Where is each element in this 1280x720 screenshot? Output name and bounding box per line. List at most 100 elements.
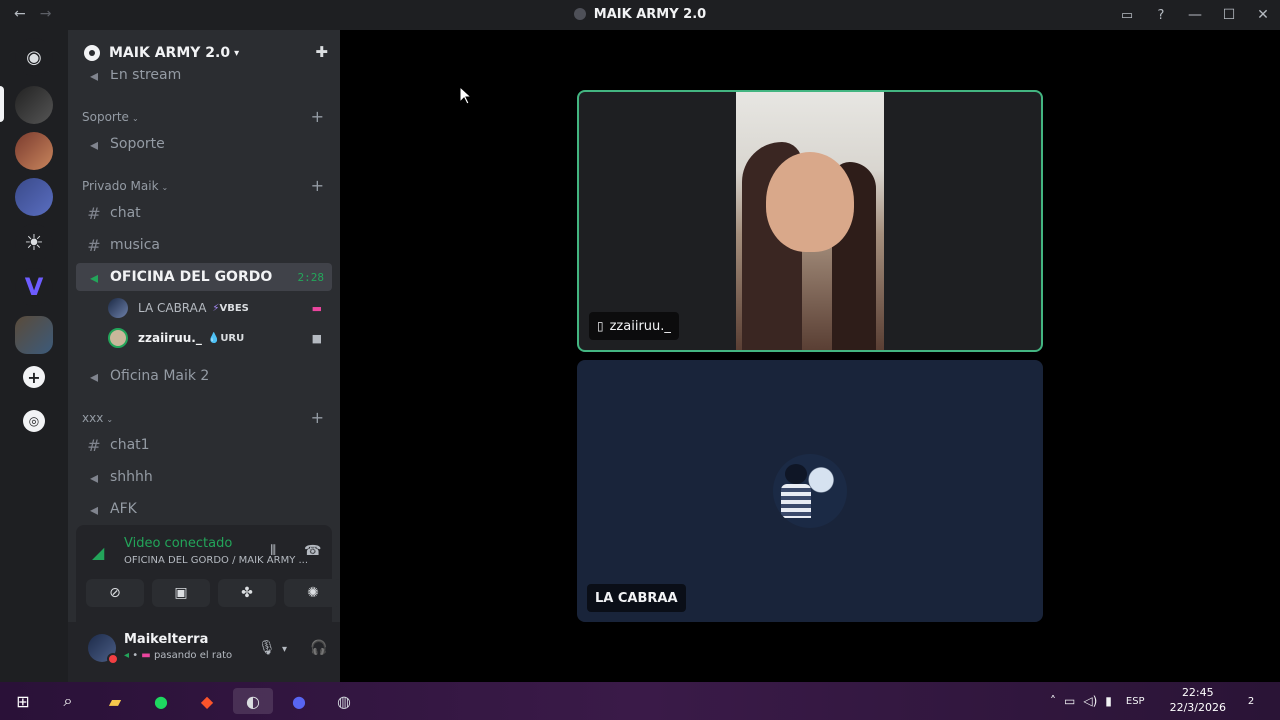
voice-icon: ◂ [124, 650, 130, 661]
microphone-icon[interactable]: 🎙 [258, 640, 276, 656]
network-icon[interactable]: ▭ [1064, 694, 1075, 708]
soundboard-button[interactable]: ✺ [284, 579, 342, 607]
help-icon[interactable]: ? [1144, 0, 1178, 30]
chevron-down-icon: ⌄ [106, 415, 114, 424]
sun-server-icon[interactable]: ☀ [15, 224, 53, 262]
video-feed [736, 92, 884, 350]
mobile-icon: ▯ [597, 319, 604, 333]
brave-icon[interactable]: ◆ [194, 688, 220, 714]
discord-home-icon[interactable]: ◉ [15, 38, 53, 76]
activity-text: pasando el rato [153, 650, 233, 661]
windows-start-icon[interactable]: ⊞ [10, 688, 36, 714]
voice-icon: ◂ [89, 467, 99, 487]
voice-location[interactable]: OFICINA DEL GORDO / MAIK ARMY ... [124, 555, 314, 566]
dnd-status-icon [107, 653, 119, 665]
close-button[interactable]: ✕ [1246, 0, 1280, 30]
participant-nametag: LA CABRAA [587, 584, 686, 612]
screen-share-icon: ▣ [174, 585, 188, 601]
channel-chat1[interactable]: # chat1 [76, 431, 332, 459]
file-explorer-icon[interactable]: ▰ [102, 688, 128, 714]
screen-share-button[interactable]: ▣ [152, 579, 210, 607]
headphones-icon[interactable]: 🎧 [310, 640, 327, 656]
add-member-icon[interactable]: ✚ [315, 43, 328, 61]
search-icon[interactable]: ⌕ [55, 688, 81, 714]
chevron-down-icon[interactable]: ▾ [282, 644, 287, 655]
call-duration: 2:28 [297, 270, 325, 284]
server-icon-2[interactable] [15, 132, 53, 170]
inbox-icon[interactable]: ▭ [1110, 0, 1144, 30]
participant-nametag: ▯ zzaiiruu._ [589, 312, 679, 340]
signal-icon[interactable]: ◢ [92, 543, 104, 562]
channel-list: ◂ En stream Soporte ⌄ + ◂ Soporte Privado M… [68, 70, 340, 518]
server-folder[interactable] [15, 316, 53, 354]
channel-afk[interactable]: ◂ AFK [76, 495, 332, 519]
voice-user-la-cabraa[interactable]: LA CABRAA ⚡VBES ▬ [108, 295, 332, 321]
channel-label: shhhh [110, 469, 153, 485]
category-xxx[interactable]: xxx ⌄ [82, 411, 113, 425]
category-label: Privado Maik [82, 179, 159, 193]
video-tile-la-cabraa[interactable]: LA CABRAA [577, 360, 1043, 622]
voice-icon: ◂ [89, 134, 99, 154]
minimize-button[interactable]: — [1178, 0, 1212, 30]
add-server-icon[interactable]: + [23, 366, 45, 388]
v-server-icon[interactable]: V [15, 268, 53, 306]
avatar [108, 298, 128, 318]
window-title: MAIK ARMY 2.0 [0, 7, 1280, 22]
droplet-icon: 💧 [207, 332, 221, 344]
add-channel-icon[interactable]: + [311, 408, 324, 427]
camera-off-button[interactable]: ⊘ [86, 579, 144, 607]
activities-button[interactable]: ✤ [218, 579, 276, 607]
channel-label: chat [110, 205, 141, 221]
maximize-button[interactable]: ☐ [1212, 0, 1246, 30]
window-title-text: MAIK ARMY 2.0 [593, 7, 707, 22]
avatar-body [781, 484, 811, 518]
explore-icon[interactable]: ◎ [23, 410, 45, 432]
avatar-head [785, 464, 807, 484]
microphone-tray-icon[interactable]: ▮ [1105, 694, 1112, 708]
voice-user-zzaiiruu[interactable]: zzaiiruu._ 💧URU ■ [108, 325, 332, 351]
voice-user-name: LA CABRAA [138, 301, 207, 315]
server-name: MAIK ARMY 2.0 [109, 45, 231, 61]
activity-icon: ▬ [141, 650, 151, 661]
hash-icon: # [87, 203, 101, 223]
channel-en-stream[interactable]: ◂ En stream [76, 70, 332, 85]
category-soporte[interactable]: Soporte ⌄ [82, 110, 139, 124]
spotify-icon[interactable]: ● [148, 688, 174, 714]
user-tag: ⚡VBES [212, 303, 248, 314]
windows-taskbar: ⊞ ⌕ ▰ ● ◆ ◐ ● ◍ ˄ ▭ ◁) ▮ ESP 22:45 22/3/… [0, 682, 1280, 720]
voice-user-name: zzaiiruu._ [138, 331, 202, 345]
server-icon [573, 8, 586, 20]
server-icon-3[interactable] [15, 178, 53, 216]
add-channel-icon[interactable]: + [311, 107, 324, 126]
channel-soporte[interactable]: ◂ Soporte [76, 130, 332, 158]
voice-status: Video conectado [124, 536, 233, 551]
server-maik-army[interactable] [15, 86, 53, 124]
add-channel-icon[interactable]: + [311, 176, 324, 195]
tray-expand-icon[interactable]: ˄ [1050, 694, 1056, 708]
user-tag-label: URU [220, 332, 245, 344]
obs-icon[interactable]: ◐ [233, 688, 273, 714]
channel-oficina-del-gordo[interactable]: ◂ OFICINA DEL GORDO 2:28 [76, 263, 332, 291]
notifications-icon[interactable]: 2 [1238, 688, 1264, 714]
volume-icon[interactable]: ◁) [1083, 694, 1097, 708]
notification-count: 2 [1247, 695, 1255, 707]
channel-shhhh[interactable]: ◂ shhhh [76, 463, 332, 491]
video-tile-zzaiiruu[interactable]: ▯ zzaiiruu._ [577, 90, 1043, 352]
category-label: xxx [82, 411, 104, 425]
user-avatar[interactable] [88, 634, 119, 665]
channel-label: chat1 [110, 437, 150, 453]
participant-name: zzaiiruu._ [609, 318, 671, 334]
app-icon[interactable]: ◍ [331, 688, 357, 714]
channel-oficina-maik-2[interactable]: ◂ Oficina Maik 2 [76, 362, 332, 390]
noise-suppression-icon[interactable]: ⦀ [270, 543, 276, 559]
channel-musica[interactable]: # musica [76, 231, 332, 259]
chevron-down-icon: ⌄ [131, 114, 139, 123]
taskbar-clock[interactable]: 22:45 22/3/2026 [1170, 685, 1226, 715]
category-label: Soporte [82, 110, 129, 124]
language-indicator[interactable]: ESP [1126, 696, 1145, 707]
discord-taskbar-icon[interactable]: ● [286, 688, 312, 714]
channel-chat[interactable]: # chat [76, 199, 332, 227]
selected-pill [0, 86, 4, 122]
category-privado-maik[interactable]: Privado Maik ⌄ [82, 179, 168, 193]
disconnect-icon[interactable]: ☎ [304, 543, 321, 559]
